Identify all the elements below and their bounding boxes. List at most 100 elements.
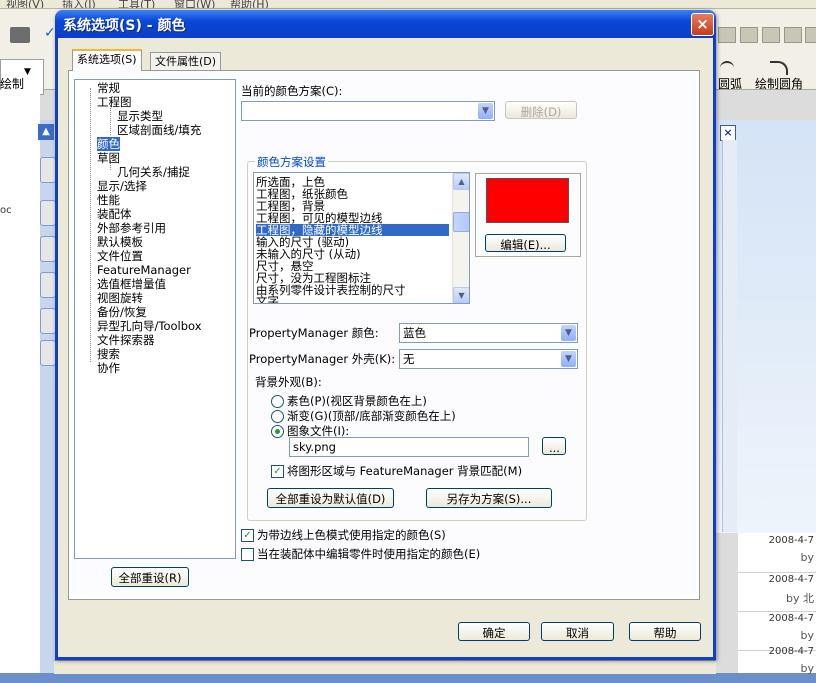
assembly-color-checkbox[interactable] bbox=[241, 548, 254, 561]
menu-window[interactable]: 窗口(W) bbox=[174, 0, 215, 8]
list-item[interactable]: 2008-4-7 by bbox=[738, 644, 816, 683]
news-date: 2008-4-7 bbox=[768, 535, 814, 546]
close-icon[interactable]: × bbox=[720, 125, 736, 141]
panel-button[interactable] bbox=[40, 236, 56, 262]
panel-button[interactable] bbox=[40, 272, 56, 298]
tree-item-performance[interactable]: 性能 bbox=[97, 193, 120, 207]
options-tree[interactable]: 常规 工程图 显示类型 区域剖面线/填充 颜色 草图 几何关系/捕捉 显示/选择… bbox=[74, 79, 236, 559]
printer-icon[interactable] bbox=[10, 27, 30, 43]
reset-defaults-button[interactable]: 全部重设为默认值(D) bbox=[267, 488, 394, 508]
tree-item-default-templates[interactable]: 默认模板 bbox=[97, 235, 143, 249]
list-item[interactable]: 文字 bbox=[256, 295, 449, 303]
tree-item-spin-box-increments[interactable]: 选值框增量值 bbox=[97, 277, 166, 291]
image-file-input[interactable]: sky.png bbox=[289, 437, 529, 457]
pm-color-value: 蓝色 bbox=[403, 326, 426, 340]
scroll-thumb[interactable] bbox=[453, 212, 469, 232]
radio-plain[interactable] bbox=[271, 395, 284, 408]
menu-view[interactable]: 视图(V) bbox=[6, 0, 44, 8]
ok-button[interactable]: 确定 bbox=[458, 622, 530, 641]
panel-button[interactable] bbox=[40, 200, 56, 226]
edge-color-checkbox[interactable]: ✓ bbox=[241, 529, 254, 542]
news-date: 2008-4-7 bbox=[768, 574, 814, 585]
image-file-value: sky.png bbox=[293, 440, 336, 454]
news-panel: 2008-4-7 by 2008-4-7 by 北 2008-4-7 by 20… bbox=[738, 533, 816, 675]
check-icon[interactable]: ✓ bbox=[44, 25, 56, 41]
save-as-scheme-button[interactable]: 另存为方案(S)... bbox=[426, 488, 552, 508]
color-scheme-select[interactable]: ▼ bbox=[241, 101, 495, 121]
radio-plain-label[interactable]: 素色(P)(视区背景颜色在上) bbox=[287, 393, 427, 409]
pm-color-select[interactable]: 蓝色 ▼ bbox=[399, 323, 578, 343]
dropdown-arrow-icon[interactable]: ▼ bbox=[24, 67, 31, 77]
menu-tools[interactable]: 工具(T) bbox=[118, 0, 155, 8]
cylinder-icon[interactable] bbox=[784, 27, 802, 43]
menu-help[interactable]: 帮助(H) bbox=[230, 0, 269, 8]
dialog-body: 系统选项(S) 文件属性(D) 常规 工程图 显示类型 区域剖面线/填充 颜色 … bbox=[58, 38, 713, 657]
list-item[interactable]: 2008-4-7 by bbox=[738, 533, 816, 573]
radio-image-file[interactable] bbox=[271, 425, 284, 438]
chevron-down-icon[interactable]: ▼ bbox=[561, 325, 576, 341]
scroll-down-icon[interactable]: ▼ bbox=[453, 287, 469, 303]
tree-item-relations-snaps[interactable]: 几何关系/捕捉 bbox=[117, 165, 190, 179]
news-author: by bbox=[800, 662, 815, 675]
tree-item-display-style[interactable]: 显示类型 bbox=[117, 109, 163, 123]
cube-icon[interactable] bbox=[740, 27, 758, 43]
tree-item-view-rotation[interactable]: 视图旋转 bbox=[97, 291, 143, 305]
tree-item-drawings[interactable]: 工程图 bbox=[97, 95, 132, 109]
color-scheme-listbox[interactable]: 所选面，上色 工程图，纸张颜色 工程图，背景 工程图，可见的模型边线 工程图，隐… bbox=[253, 172, 470, 304]
cube-icon[interactable] bbox=[718, 27, 736, 43]
list-item[interactable]: 2008-4-7 by 北 bbox=[738, 572, 816, 612]
edit-color-button[interactable]: 编辑(E)... bbox=[485, 234, 566, 252]
chevron-down-icon[interactable]: ▼ bbox=[561, 351, 576, 367]
help-button[interactable]: 帮助 bbox=[629, 622, 701, 641]
bottom-tab-strip bbox=[54, 660, 716, 674]
panel-button[interactable] bbox=[40, 308, 56, 334]
tree-item-general[interactable]: 常规 bbox=[97, 81, 120, 95]
tree-item-display-selection[interactable]: 显示/选择 bbox=[97, 179, 147, 193]
arc-icon[interactable] bbox=[720, 61, 734, 75]
radio-gradient-label[interactable]: 渐变(G)(顶部/底部渐变颜色在上) bbox=[287, 408, 456, 424]
color-scheme-label: 当前的颜色方案(C): bbox=[241, 84, 343, 98]
tree-item-hole-wizard-toolbox[interactable]: 异型孔向导/Toolbox bbox=[97, 319, 202, 333]
news-date: 2008-4-7 bbox=[768, 613, 814, 624]
dialog-titlebar[interactable]: 系统选项(S) - 颜色 × bbox=[55, 10, 716, 38]
edge-color-label[interactable]: 为带边线上色模式使用指定的颜色(S) bbox=[257, 527, 446, 543]
cancel-button[interactable]: 取消 bbox=[541, 622, 614, 641]
part-icon[interactable]: ▲ bbox=[38, 124, 54, 140]
menu-insert[interactable]: 插入(I) bbox=[62, 0, 96, 8]
match-background-checkbox[interactable]: ✓ bbox=[271, 465, 284, 478]
fillet-label[interactable]: 绘制圆角 bbox=[755, 75, 803, 92]
arc-label[interactable]: 圆弧 bbox=[718, 75, 742, 92]
scroll-up-icon[interactable]: ▲ bbox=[453, 173, 469, 190]
chevron-down-icon[interactable]: ▼ bbox=[478, 103, 493, 119]
fillet-icon[interactable] bbox=[770, 61, 788, 75]
tab-document-properties[interactable]: 文件属性(D) bbox=[150, 52, 222, 71]
panel-button[interactable] bbox=[40, 340, 56, 366]
close-button[interactable]: × bbox=[691, 13, 714, 36]
match-background-label[interactable]: 将图形区域与 FeatureManager 背景匹配(M) bbox=[287, 463, 522, 479]
system-options-dialog: 系统选项(S) - 颜色 × 系统选项(S) 文件属性(D) 常规 工程图 显示… bbox=[55, 10, 716, 660]
assembly-color-label[interactable]: 当在装配体中编辑零件时使用指定的颜色(E) bbox=[257, 546, 480, 562]
tree-item-external-references[interactable]: 外部参考引用 bbox=[97, 221, 166, 235]
tree-item-assemblies[interactable]: 装配体 bbox=[97, 207, 132, 221]
browse-button[interactable]: ... bbox=[542, 437, 566, 455]
cube-icon[interactable] bbox=[805, 27, 816, 43]
tree-item-file-explorer[interactable]: 文件探索器 bbox=[97, 333, 155, 347]
pm-skin-select[interactable]: 无 ▼ bbox=[399, 349, 578, 369]
app-menubar: 视图(V) 插入(I) 工具(T) 窗口(W) 帮助(H) bbox=[0, 0, 816, 9]
viewport-scrollbar[interactable] bbox=[722, 140, 737, 532]
tree-item-backup-recover[interactable]: 备份/恢复 bbox=[97, 305, 147, 319]
tree-item-featuremanager[interactable]: FeatureManager bbox=[97, 263, 191, 277]
tree-item-collaboration[interactable]: 协作 bbox=[97, 361, 120, 375]
tree-item-search[interactable]: 搜索 bbox=[97, 347, 120, 361]
reset-all-button[interactable]: 全部重设(R) bbox=[111, 567, 189, 587]
radio-gradient[interactable] bbox=[271, 410, 284, 423]
listbox-scrollbar[interactable]: ▲ ▼ bbox=[452, 173, 469, 303]
tree-item-area-hatch[interactable]: 区域剖面线/填充 bbox=[117, 123, 201, 137]
tree-item-sketch[interactable]: 草图 bbox=[97, 151, 120, 165]
cube-icon[interactable] bbox=[762, 27, 780, 43]
tree-item-file-locations[interactable]: 文件位置 bbox=[97, 249, 143, 263]
panel-button[interactable] bbox=[40, 157, 56, 183]
delete-scheme-button[interactable]: 删除(D) bbox=[505, 101, 577, 119]
tab-system-options[interactable]: 系统选项(S) bbox=[72, 49, 142, 71]
tree-item-colors[interactable]: 颜色 bbox=[97, 137, 120, 151]
